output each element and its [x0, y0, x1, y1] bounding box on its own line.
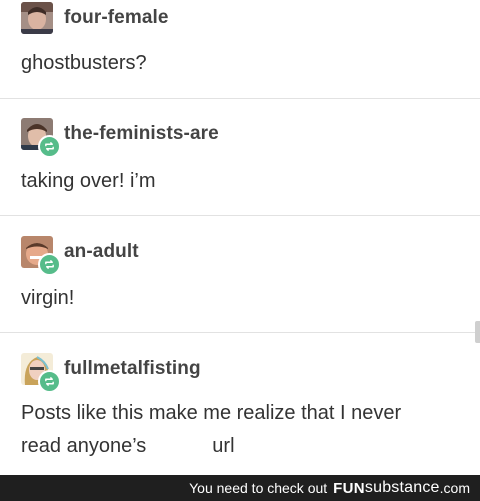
post-text: virgin! — [21, 287, 75, 309]
post-text-segment: read anyone’s — [21, 435, 147, 457]
post-text-line-1: Posts like this make me realize that I n… — [21, 402, 402, 424]
post-fullmetalfisting: fullmetalfisting Posts like this make me… — [0, 333, 480, 475]
post-an-adult: an-adult virgin! — [0, 216, 480, 332]
username[interactable]: four-female — [64, 7, 169, 29]
post-text: taking over! i’m — [21, 170, 156, 192]
post-header: four-female — [21, 2, 169, 34]
username[interactable]: an-adult — [64, 241, 139, 263]
watermark-brand-tld: .com — [439, 480, 470, 496]
username[interactable]: fullmetalfisting — [64, 358, 201, 380]
post-text: ghostbusters? — [21, 52, 147, 74]
reblog-icon — [38, 135, 61, 158]
post-header: an-adult — [21, 236, 139, 276]
scrollbar-handle[interactable] — [475, 321, 480, 343]
post-the-feminists-are: the-feminists-are taking over! i’m — [0, 99, 480, 215]
reblog-icon — [38, 253, 61, 276]
post-header: the-feminists-are — [21, 118, 219, 158]
post-header: fullmetalfisting — [21, 353, 201, 393]
post-four-female: four-female ghostbusters? — [0, 0, 480, 98]
watermark-brand-regular: substance — [364, 479, 440, 496]
watermark-bar: You need to check out FUN substance .com — [0, 475, 480, 501]
redaction — [146, 436, 212, 458]
watermark-brand-bold: FUN — [333, 479, 365, 497]
watermark-prefix: You need to check out — [189, 480, 328, 496]
user-avatar-icon[interactable] — [21, 236, 61, 276]
user-avatar-icon[interactable] — [21, 353, 61, 393]
post-text-segment: url — [212, 435, 235, 457]
username[interactable]: the-feminists-are — [64, 123, 219, 145]
user-avatar-icon[interactable] — [21, 2, 53, 34]
reblog-icon — [38, 370, 61, 393]
user-avatar-icon[interactable] — [21, 118, 61, 158]
post-text-line-2: read anyone’s url — [21, 430, 235, 463]
